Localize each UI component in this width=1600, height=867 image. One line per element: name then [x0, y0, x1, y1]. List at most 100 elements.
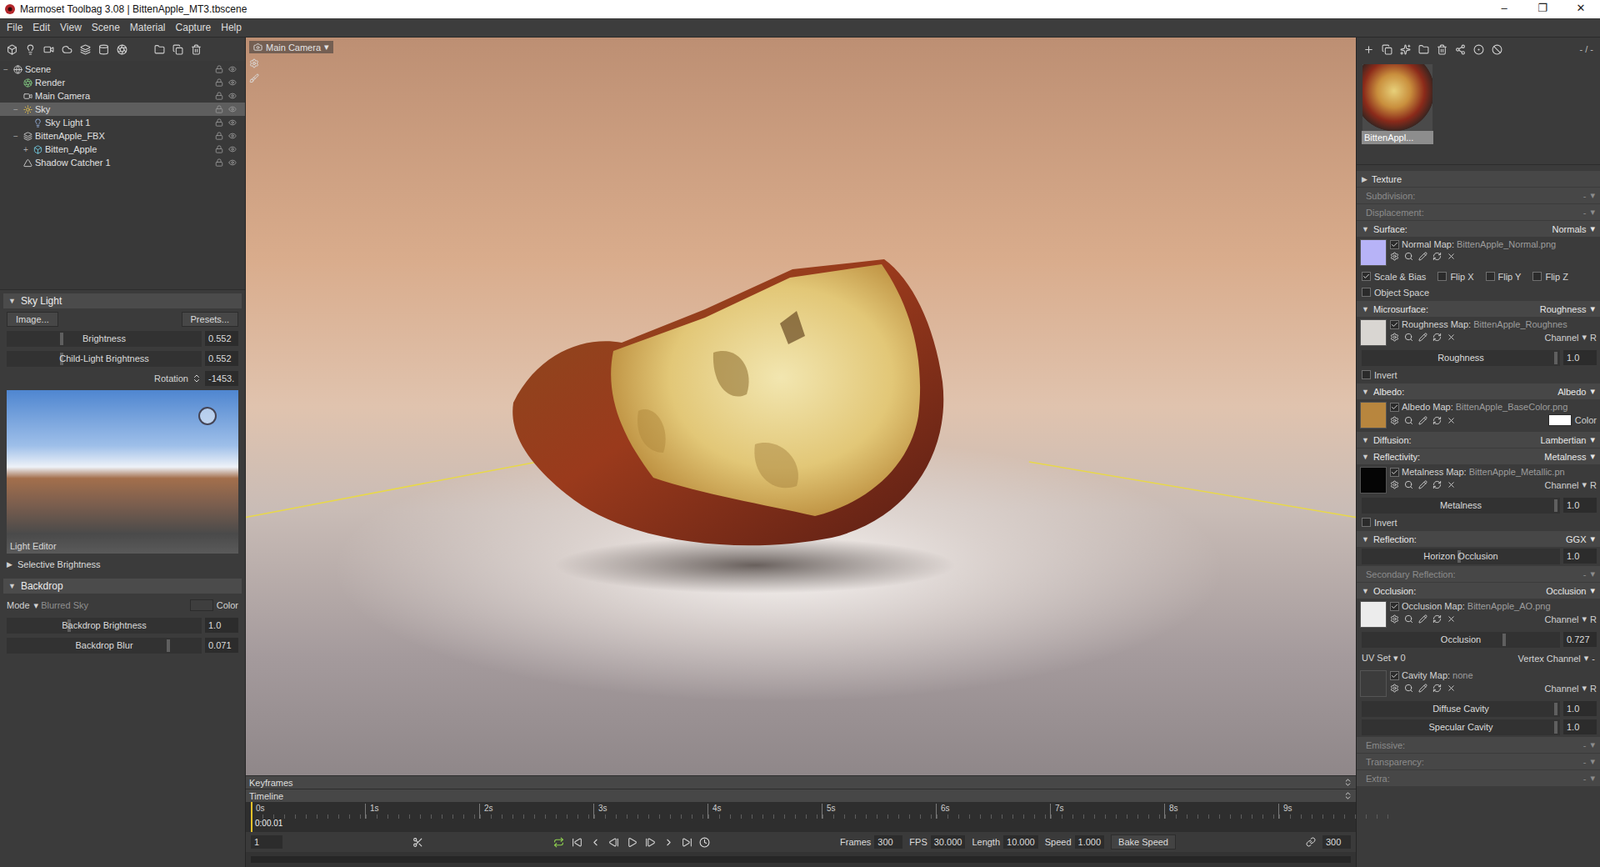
- section-header[interactable]: ▶Texture: [1356, 170, 1600, 187]
- section-header[interactable]: Subdivision:-▾: [1356, 187, 1600, 204]
- lock-icon[interactable]: [215, 158, 224, 167]
- frame-field[interactable]: 1: [250, 835, 283, 849]
- section-header[interactable]: ▼Albedo:Albedo▾: [1356, 383, 1600, 400]
- value-field[interactable]: 1.0: [1563, 497, 1597, 513]
- search-icon[interactable]: [1404, 415, 1414, 425]
- time-ruler[interactable]: 0s1s2s3s4s5s6s7s8s9s0:00.01: [245, 801, 1356, 832]
- lock-icon[interactable]: [215, 145, 224, 154]
- search-icon[interactable]: [1404, 614, 1414, 624]
- image-button[interactable]: Image...: [6, 311, 59, 327]
- gear-icon[interactable]: [1390, 332, 1400, 342]
- tree-expander[interactable]: −: [13, 105, 21, 115]
- lock-icon[interactable]: [215, 105, 224, 114]
- trash-icon[interactable]: [190, 44, 202, 55]
- refresh-icon[interactable]: [1432, 251, 1442, 261]
- menu-item[interactable]: Material: [125, 19, 171, 36]
- eye-icon[interactable]: [228, 65, 237, 74]
- spinner-icon[interactable]: [191, 373, 202, 384]
- eye-icon[interactable]: [228, 145, 237, 154]
- slider[interactable]: Roughness: [1361, 350, 1560, 366]
- slider-knob[interactable]: [1502, 633, 1506, 646]
- map-thumbnail[interactable]: [1360, 466, 1387, 494]
- gear-icon[interactable]: [1390, 251, 1400, 261]
- close-icon[interactable]: [1446, 332, 1456, 342]
- step-forward-icon[interactable]: [645, 836, 656, 848]
- value-field[interactable]: 1.0: [1563, 350, 1597, 365]
- checkbox[interactable]: Object Space: [1361, 287, 1430, 298]
- tree-item[interactable]: Shadow Catcher 1: [0, 155, 245, 170]
- checkbox[interactable]: Flip Y: [1485, 271, 1522, 282]
- value-field[interactable]: 1.0: [205, 617, 239, 633]
- add-material-icon[interactable]: [1363, 44, 1375, 55]
- add-light-icon[interactable]: [25, 44, 36, 55]
- search-icon[interactable]: [1404, 683, 1414, 693]
- add-group-icon[interactable]: [80, 44, 91, 55]
- value-field[interactable]: 1.0: [1563, 548, 1597, 564]
- color-swatch[interactable]: [190, 599, 214, 611]
- tree-expander[interactable]: +: [23, 145, 31, 155]
- checkbox[interactable]: Flip X: [1437, 271, 1474, 282]
- timeline-bar[interactable]: Timeline: [245, 788, 1356, 802]
- tree-expander[interactable]: −: [3, 65, 11, 75]
- map-enable-checkbox[interactable]: [1390, 670, 1400, 680]
- value-field[interactable]: 0.552: [205, 330, 239, 346]
- add-shape-icon[interactable]: [98, 44, 110, 55]
- eye-icon[interactable]: [228, 78, 237, 87]
- time-field[interactable]: Length10.000: [971, 835, 1038, 849]
- slider[interactable]: Specular Cavity: [1361, 719, 1560, 735]
- uv-set-select[interactable]: UV Set ▾ 0: [1361, 652, 1406, 664]
- menu-item[interactable]: View: [55, 19, 87, 36]
- slider[interactable]: Diffuse Cavity: [1361, 700, 1560, 717]
- slider-knob[interactable]: [1554, 720, 1558, 734]
- bake-speed-button[interactable]: Bake Speed: [1110, 834, 1176, 850]
- range-bar[interactable]: [250, 855, 1351, 863]
- add-mesh-icon[interactable]: [6, 44, 18, 55]
- tree-item[interactable]: −Sky: [0, 102, 245, 116]
- menu-item[interactable]: File: [1, 19, 28, 36]
- refresh-icon[interactable]: [1432, 415, 1442, 425]
- tree-item[interactable]: Main Camera: [0, 89, 245, 103]
- map-enable-checkbox[interactable]: [1390, 402, 1400, 412]
- time-field[interactable]: FPS30.000: [909, 835, 965, 849]
- material-thumbnail[interactable]: [1362, 64, 1433, 131]
- prev-key-icon[interactable]: [590, 836, 601, 848]
- assign-icon[interactable]: [1455, 44, 1466, 55]
- material-name[interactable]: BittenAppl...: [1361, 130, 1434, 145]
- pencil-icon[interactable]: [1418, 332, 1428, 342]
- end-frame-field[interactable]: 300: [1322, 835, 1351, 849]
- value-field[interactable]: 0.071: [205, 637, 239, 653]
- folder-icon[interactable]: [1418, 44, 1430, 55]
- vertex-channel-select[interactable]: Vertex Channel▾-: [1518, 652, 1595, 664]
- section-header[interactable]: Transparency:-▾: [1356, 753, 1600, 770]
- section-header[interactable]: ▼Backdrop: [3, 578, 242, 594]
- lock-icon[interactable]: [215, 91, 224, 100]
- add-render-icon[interactable]: [116, 44, 128, 55]
- section-header[interactable]: ▼Diffusion:Lambertian▾: [1356, 431, 1600, 448]
- lock-icon[interactable]: [215, 78, 224, 87]
- slider-knob[interactable]: [1554, 499, 1558, 512]
- slider-knob[interactable]: [166, 639, 170, 652]
- sky-preview[interactable]: Light Editor: [6, 390, 239, 554]
- window-control[interactable]: –: [1485, 0, 1524, 19]
- material-card[interactable]: BittenAppl...: [1361, 64, 1434, 145]
- menu-item[interactable]: Edit: [27, 19, 55, 36]
- channel-select[interactable]: Channel▾R: [1545, 613, 1597, 625]
- eye-icon[interactable]: [228, 91, 237, 100]
- gear-icon[interactable]: [1390, 683, 1400, 693]
- map-thumbnail[interactable]: [1360, 401, 1387, 429]
- time-field[interactable]: Frames300: [840, 835, 903, 849]
- mode-select[interactable]: ▾ Blurred Sky: [34, 600, 89, 611]
- menu-item[interactable]: Help: [215, 19, 247, 36]
- duplicate-icon[interactable]: [172, 44, 184, 55]
- slider[interactable]: Brightness: [6, 330, 202, 347]
- section-header[interactable]: Displacement:-▾: [1356, 204, 1600, 220]
- channel-select[interactable]: Channel▾R: [1545, 682, 1597, 694]
- expand-icon[interactable]: [1343, 790, 1353, 800]
- duplicate-icon[interactable]: [1381, 44, 1393, 55]
- section-header[interactable]: ▼Surface:Normals▾: [1356, 220, 1600, 237]
- pencil-icon[interactable]: [1418, 614, 1428, 624]
- gear-icon[interactable]: [1390, 614, 1400, 624]
- map-enable-checkbox[interactable]: [1390, 320, 1400, 330]
- add-fog-icon[interactable]: [61, 44, 73, 55]
- apple-model[interactable]: [505, 244, 1022, 603]
